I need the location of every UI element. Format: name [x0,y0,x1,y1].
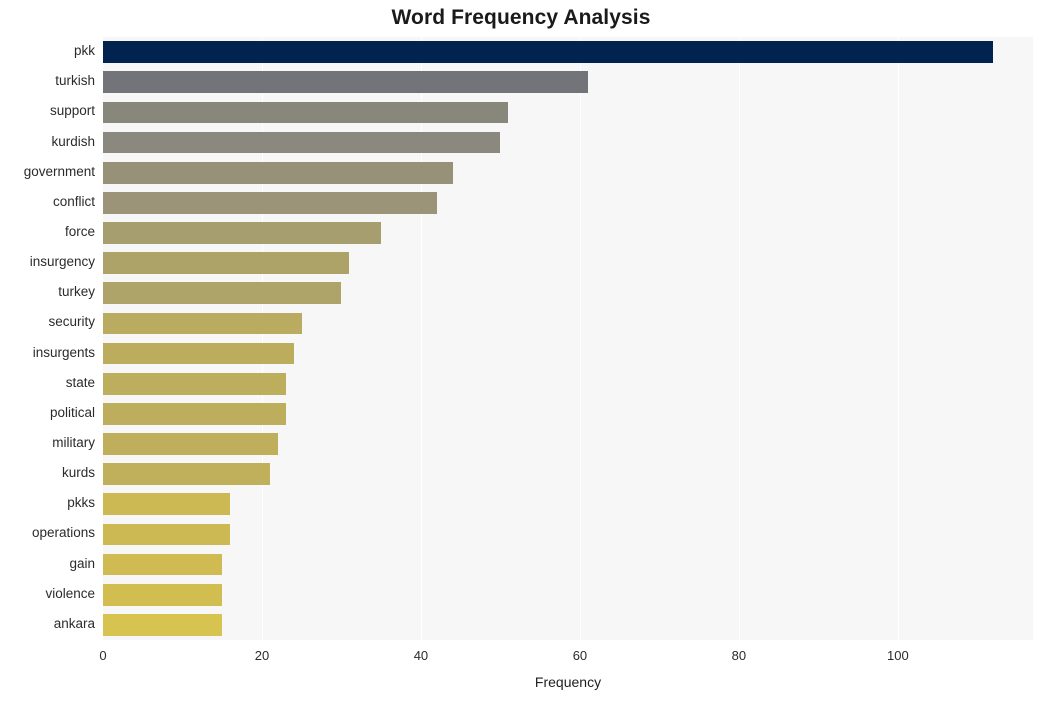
bar-row [103,553,1033,576]
chart-figure: Word Frequency Analysis pkk turkish suppor… [0,0,1042,701]
bar-insurgents[interactable] [103,342,294,365]
bar-pkks[interactable] [103,493,231,516]
bar-state[interactable] [103,372,286,395]
bar-row [103,523,1033,546]
y-tick-label-force: force [64,223,95,239]
bar-gain[interactable] [103,553,223,576]
bar-government[interactable] [103,161,453,184]
y-tick-label-turkish: turkish [55,73,95,89]
x-axis-tick-labels: 0 20 40 60 80 100 [99,640,1033,670]
y-tick-label-kurdish: kurdish [51,133,95,149]
y-tick-label-state: state [65,374,95,390]
gridline [738,37,740,640]
y-tick-label-violence: violence [45,585,95,601]
y-tick-label-insurgents: insurgents [32,344,95,360]
y-tick-label-conflict: conflict [52,193,95,209]
bar-turkish[interactable] [103,71,588,94]
bar-row [103,191,1033,214]
bar-row [103,614,1033,636]
bar-support[interactable] [103,101,509,124]
bar-security[interactable] [103,312,302,335]
bar-kurdish[interactable] [103,131,501,154]
y-tick-label-insurgency: insurgency [29,254,95,270]
gridline [579,37,581,640]
bar-force[interactable] [103,222,382,244]
bar-row [103,131,1033,154]
y-tick-label-pkks: pkks [67,495,95,511]
bar-row [103,493,1033,516]
x-tick-label-0: 0 [99,648,107,663]
y-tick-label-support: support [49,103,95,119]
bar-row [103,312,1033,335]
y-tick-label-security: security [48,314,95,330]
bar-insurgency[interactable] [103,252,350,274]
bar-pkk[interactable] [103,41,994,63]
bar-row [103,222,1033,244]
bar-row [103,282,1033,305]
y-tick-label-military: military [52,435,95,451]
x-tick-label-80: 80 [731,648,747,663]
y-tick-label-turkey: turkey [58,284,95,300]
bar-row [103,161,1033,184]
y-tick-label-ankara: ankara [53,615,95,631]
gridline [261,37,263,640]
gridline [897,37,899,640]
bar-political[interactable] [103,403,286,425]
y-tick-label-government: government [23,163,95,179]
bar-row [103,433,1033,455]
bar-row [103,372,1033,395]
bar-row [103,342,1033,365]
plot-area [103,37,1033,640]
y-axis-tick-labels: pkk turkish support kurdish government confli… [0,37,95,640]
bar-conflict[interactable] [103,191,437,214]
y-tick-label-operations: operations [31,525,95,541]
bar-turkey[interactable] [103,282,342,305]
bar-row [103,463,1033,486]
bar-row [103,71,1033,94]
y-tick-label-gain: gain [69,555,95,571]
bar-ankara[interactable] [103,614,223,636]
y-tick-label-pkk: pkk [73,43,95,59]
x-axis-label: Frequency [534,674,602,690]
gridline [420,37,422,640]
x-tick-label-60: 60 [572,648,588,663]
y-tick-label-kurds: kurds [61,465,95,481]
x-tick-label-40: 40 [413,648,429,663]
bar-violence[interactable] [103,583,223,606]
bar-row [103,583,1033,606]
bar-row [103,101,1033,124]
page-title: Word Frequency Analysis [391,6,651,29]
bar-row [103,403,1033,425]
x-tick-label-100: 100 [887,648,909,663]
y-tick-label-political: political [49,404,95,420]
bar-row [103,252,1033,274]
bar-row [103,41,1033,63]
bar-military[interactable] [103,433,278,455]
bar-operations[interactable] [103,523,231,546]
x-tick-label-20: 20 [254,648,270,663]
bar-kurds[interactable] [103,463,270,486]
